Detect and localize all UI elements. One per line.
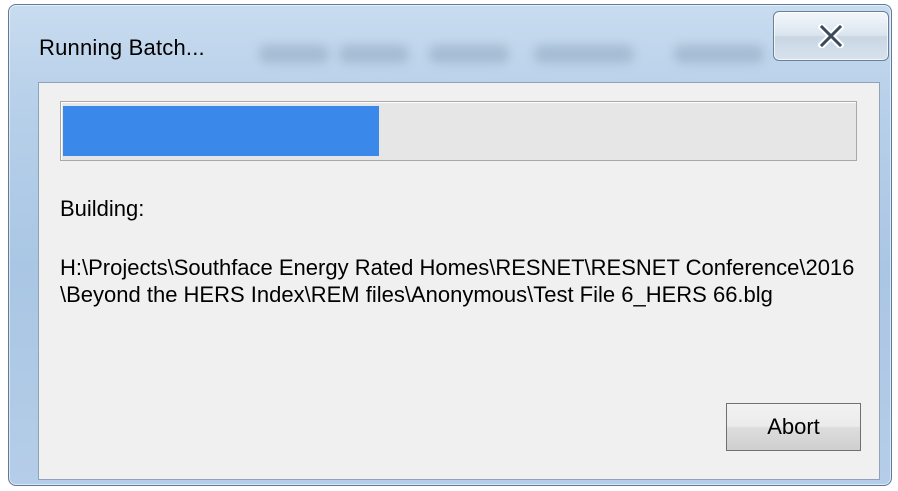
status-label: Building:: [60, 196, 145, 221]
close-button[interactable]: [773, 11, 889, 61]
blurred-background-menu: [429, 45, 509, 63]
progress-bar-fill: [63, 106, 379, 156]
current-file-path: H:\Projects\Southface Energy Rated Homes…: [60, 255, 855, 307]
blurred-background-menu: [339, 45, 409, 63]
abort-button[interactable]: Abort: [726, 403, 861, 451]
window-title: Running Batch...: [39, 35, 205, 60]
blurred-background-menu: [259, 45, 329, 63]
blurred-background-menu: [534, 45, 634, 63]
close-icon: [818, 24, 844, 48]
progress-bar: [60, 101, 857, 161]
blurred-background-menu: [674, 45, 764, 63]
